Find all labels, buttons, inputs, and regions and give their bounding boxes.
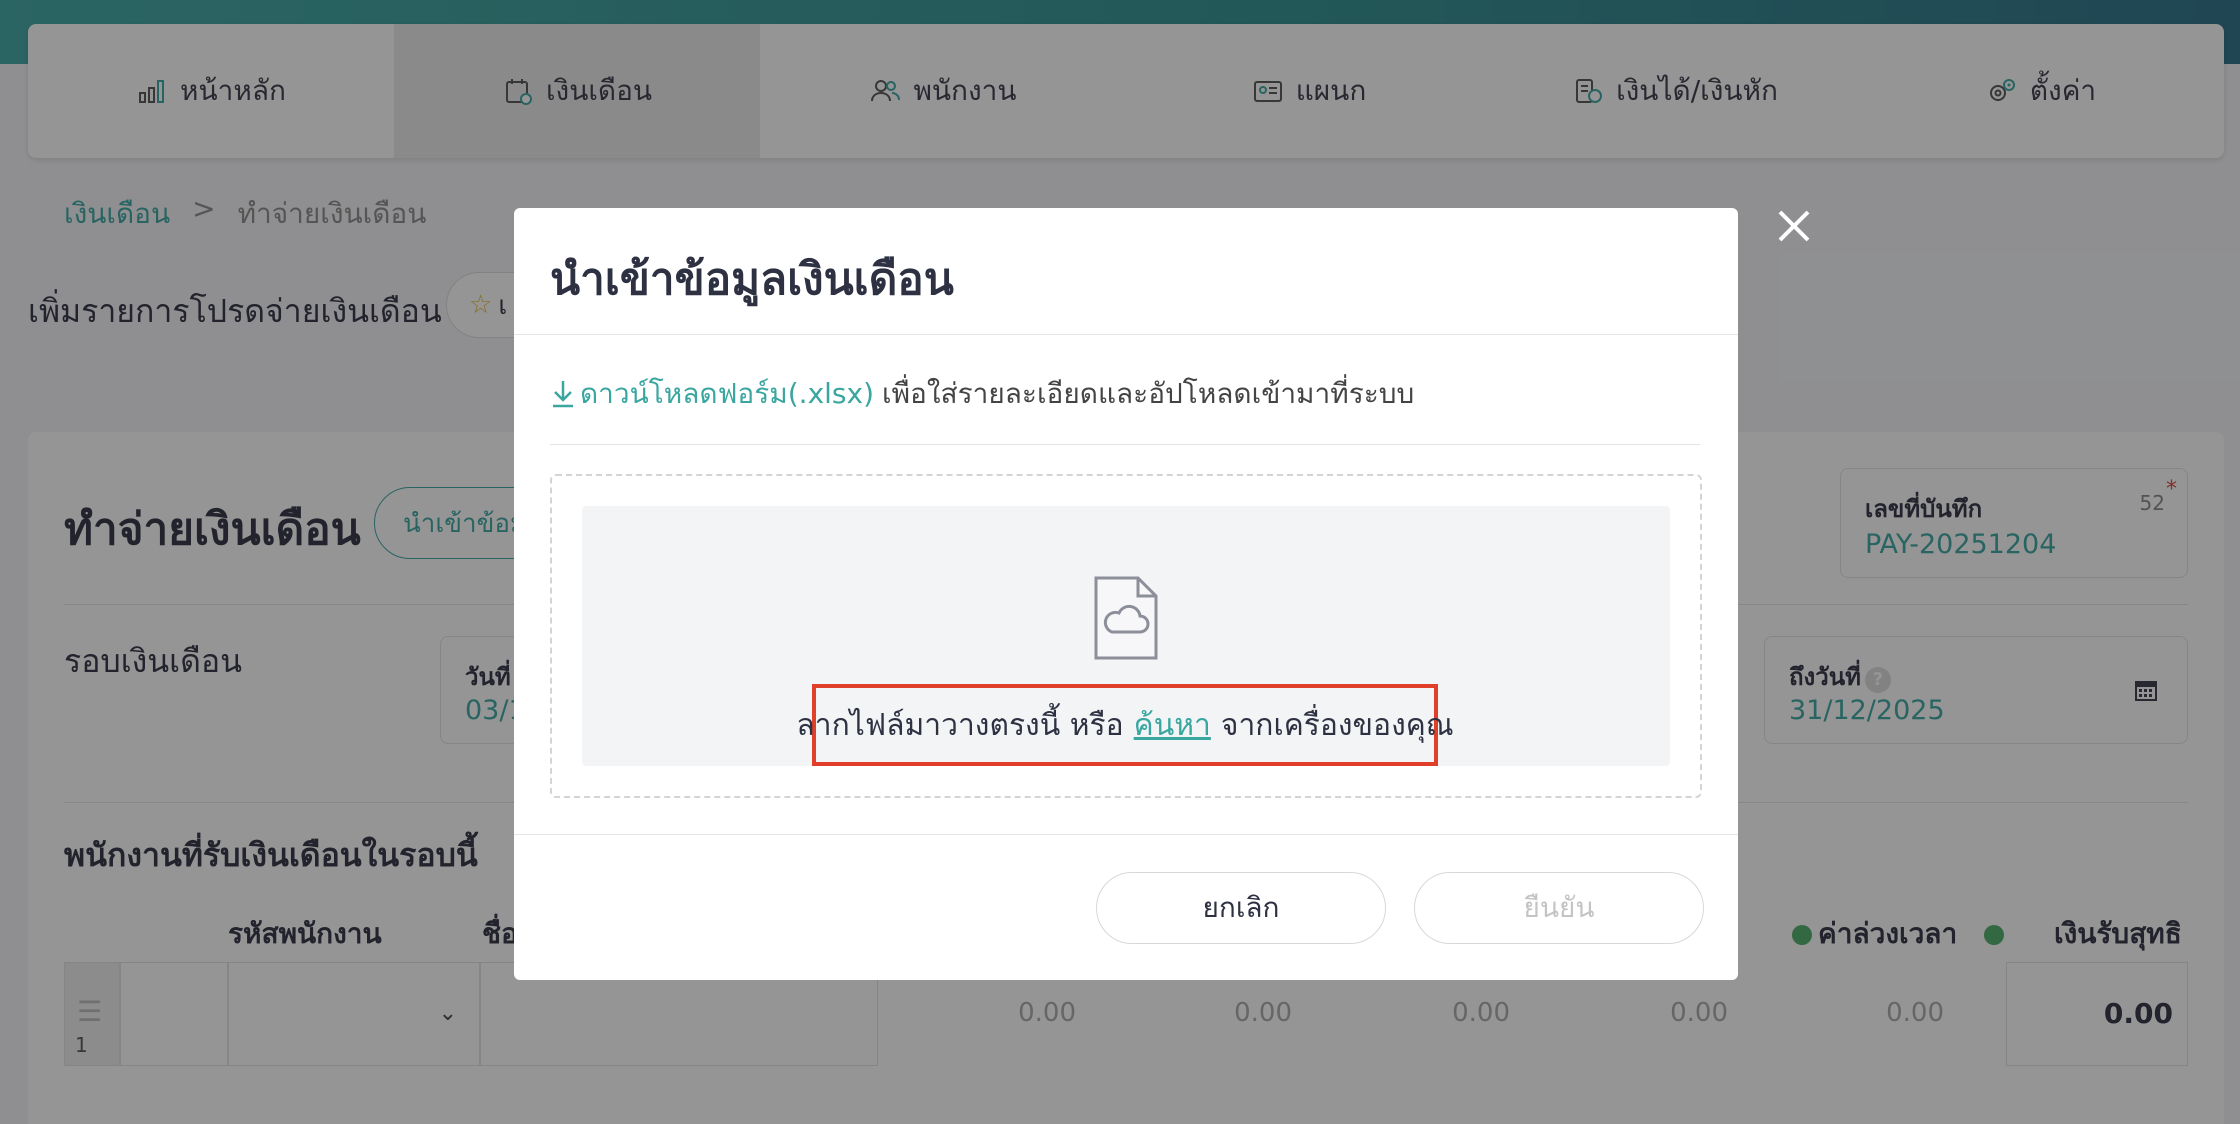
- divider: [550, 444, 1700, 445]
- drop-text-before: ลากไฟล์มาวางตรงนี้ หรือ: [796, 707, 1124, 743]
- drop-text-after: จากเครื่องของคุณ: [1220, 707, 1454, 743]
- import-dialog: นำเข้าข้อมูลเงินเดือน ดาวน์โหลดฟอร์ม(.xl…: [514, 208, 1738, 980]
- cloud-file-icon: [1094, 576, 1158, 660]
- file-dropzone[interactable]: ลากไฟล์มาวางตรงนี้ หรือ ค้นหา จากเครื่อง…: [550, 474, 1702, 798]
- download-icon: [553, 381, 573, 408]
- divider: [514, 334, 1738, 335]
- drop-instruction: ลากไฟล์มาวางตรงนี้ หรือ ค้นหา จากเครื่อง…: [796, 684, 1454, 766]
- dropzone-inner[interactable]: ลากไฟล์มาวางตรงนี้ หรือ ค้นหา จากเครื่อง…: [582, 506, 1670, 766]
- close-icon[interactable]: [1774, 206, 1814, 246]
- download-row: ดาวน์โหลดฟอร์ม(.xlsx) เพื่อใส่รายละเอียด…: [550, 372, 1414, 416]
- download-hint: เพื่อใส่รายละเอียดและอัปโหลดเข้ามาที่ระบ…: [882, 377, 1415, 410]
- download-form-label: ดาวน์โหลดฟอร์ม(.xlsx): [580, 377, 874, 410]
- confirm-button[interactable]: ยืนยัน: [1414, 872, 1704, 944]
- browse-link[interactable]: ค้นหา: [1134, 702, 1211, 749]
- cancel-button[interactable]: ยกเลิก: [1096, 872, 1386, 944]
- dialog-title: นำเข้าข้อมูลเงินเดือน: [550, 254, 954, 305]
- download-form-link[interactable]: ดาวน์โหลดฟอร์ม(.xlsx): [550, 372, 874, 416]
- divider: [514, 834, 1738, 835]
